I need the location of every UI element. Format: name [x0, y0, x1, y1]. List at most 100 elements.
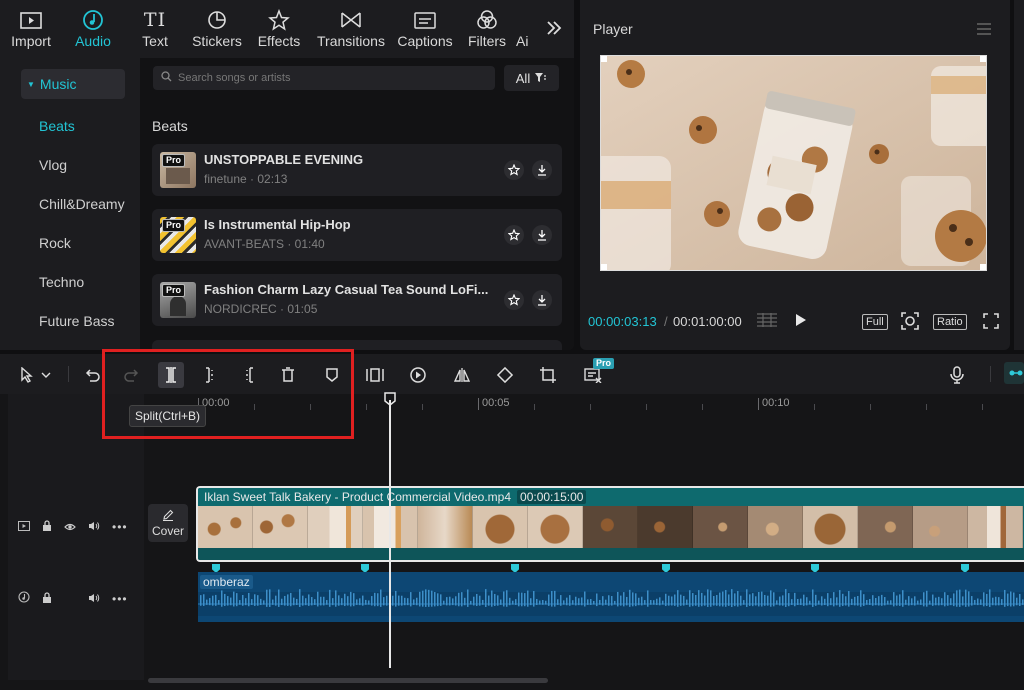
favorite-star-icon[interactable]	[504, 160, 524, 180]
fullscreen-icon[interactable]	[983, 313, 999, 329]
waveform-bar	[434, 592, 436, 607]
speaker-icon[interactable]	[88, 590, 100, 608]
tab-import[interactable]: Import	[0, 0, 62, 55]
tab-transitions[interactable]: Transitions	[310, 0, 392, 55]
waveform-bar	[923, 592, 925, 607]
tab-audio[interactable]: Audio	[62, 0, 124, 55]
sidebar-item-future-bass[interactable]: Future Bass	[39, 313, 114, 329]
tab-label: Effects	[257, 33, 301, 49]
waveform-bar	[440, 594, 442, 606]
waveform-bar	[638, 597, 640, 606]
favorite-star-icon[interactable]	[504, 290, 524, 310]
waveform-bar	[569, 595, 571, 606]
waveform-bar	[323, 596, 325, 606]
waveform-bar	[674, 594, 676, 606]
link-toggle-icon[interactable]	[1004, 362, 1024, 384]
video-preview[interactable]	[600, 55, 987, 271]
screenshot-focus-icon[interactable]	[900, 311, 920, 331]
sidebar-item-vlog[interactable]: Vlog	[39, 157, 67, 173]
chevron-double-right-icon[interactable]	[544, 18, 564, 38]
waveform-bar	[497, 595, 499, 606]
waveform-bar	[806, 597, 808, 606]
waveform-bar	[296, 598, 298, 606]
tab-stickers[interactable]: Stickers	[186, 0, 248, 55]
song-item[interactable]: Pro Is Instrumental Hip-Hop AVANT-BEATS …	[152, 209, 562, 261]
clip-duration: 00:00:15:00	[517, 490, 587, 504]
player-panel: Player 00:00:03:13 / 00:01:00:00 Full Ra…	[580, 0, 1010, 350]
waveform-bar	[893, 592, 895, 607]
waveform-bar	[1010, 591, 1012, 607]
download-icon[interactable]	[532, 225, 552, 245]
crop-handle[interactable]	[980, 56, 986, 62]
cover-label: Cover	[151, 523, 184, 538]
lock-icon[interactable]	[42, 590, 52, 608]
speaker-icon[interactable]	[88, 518, 100, 536]
audio-track-controls: •••	[18, 590, 128, 608]
tab-ai[interactable]: Ai	[516, 0, 538, 55]
waveform-bar	[584, 591, 586, 607]
tab-filters[interactable]: Filters	[458, 0, 516, 55]
favorite-star-icon[interactable]	[504, 225, 524, 245]
menu-icon[interactable]	[976, 22, 992, 40]
crop-handle[interactable]	[601, 264, 607, 270]
select-cursor-icon[interactable]	[14, 362, 40, 388]
timeline-grid-icon[interactable]	[756, 312, 778, 328]
waveform-bar	[965, 589, 967, 607]
chevron-down-icon[interactable]	[38, 362, 54, 388]
crop-handle[interactable]	[980, 264, 986, 270]
more-icon[interactable]: •••	[112, 592, 128, 606]
song-title: Is Instrumental Hip-Hop	[204, 217, 351, 232]
filter-button[interactable]: All	[504, 65, 559, 91]
sidebar-item-techno[interactable]: Techno	[39, 274, 84, 290]
mirror-icon[interactable]	[449, 362, 475, 388]
waveform-bar	[233, 591, 235, 607]
play-icon[interactable]	[794, 312, 808, 328]
video-clip[interactable]: Iklan Sweet Talk Bakery - Product Commer…	[196, 486, 1024, 562]
sidebar-group-music[interactable]: ▼ Music	[21, 69, 125, 99]
horizontal-scrollbar[interactable]	[148, 678, 548, 683]
waveform-bar	[851, 598, 853, 606]
download-icon[interactable]	[532, 160, 552, 180]
tab-label: Ai	[516, 33, 529, 49]
sidebar-item-chill-dreamy[interactable]: Chill&Dreamy	[39, 196, 125, 212]
tab-text[interactable]: TI Text	[124, 0, 186, 55]
waveform-bar	[839, 590, 841, 607]
song-item[interactable]: Pro UNSTOPPABLE EVENING finetune · 02:13	[152, 144, 562, 196]
reverse-play-icon[interactable]	[405, 362, 431, 388]
freeze-frame-icon[interactable]	[362, 362, 388, 388]
waveform-bar	[719, 592, 721, 607]
crop-handle[interactable]	[601, 56, 607, 62]
crop-icon[interactable]	[535, 362, 561, 388]
waveform-bar	[404, 597, 406, 606]
sidebar-item-beats[interactable]: Beats	[39, 118, 75, 134]
waveform-bar	[509, 597, 511, 606]
eye-icon[interactable]	[64, 518, 76, 536]
sidebar-group-label: Music	[39, 76, 77, 92]
tab-effects[interactable]: Effects	[248, 0, 310, 55]
song-item[interactable]: Pro Fashion Charm Lazy Casual Tea Sound …	[152, 274, 562, 326]
waveform-bar	[290, 592, 292, 607]
search-input[interactable]: Search songs or artists	[153, 66, 495, 90]
microphone-icon[interactable]	[944, 362, 970, 388]
full-quality-button[interactable]: Full	[862, 314, 888, 330]
download-icon[interactable]	[532, 290, 552, 310]
rotate-icon[interactable]	[492, 362, 518, 388]
waveform-bar	[452, 598, 454, 606]
waveform-bar	[284, 595, 286, 606]
waveform-bar	[899, 594, 901, 606]
cover-button[interactable]: Cover	[148, 504, 188, 542]
tab-captions[interactable]: Captions	[392, 0, 458, 55]
more-icon[interactable]: •••	[112, 520, 128, 534]
playhead[interactable]	[389, 400, 391, 668]
ratio-button[interactable]: Ratio	[933, 314, 967, 330]
waveform-bar	[626, 596, 628, 606]
waveform-bar	[788, 593, 790, 607]
waveform-bar	[356, 599, 358, 605]
waveform-bar	[311, 597, 313, 606]
clip-frame	[913, 506, 968, 548]
waveform-bar	[545, 600, 547, 605]
audio-clip[interactable]: omberaz	[198, 572, 1024, 622]
lock-icon[interactable]	[42, 518, 52, 536]
sidebar-item-rock[interactable]: Rock	[39, 235, 71, 251]
waveform-bar	[929, 600, 931, 605]
